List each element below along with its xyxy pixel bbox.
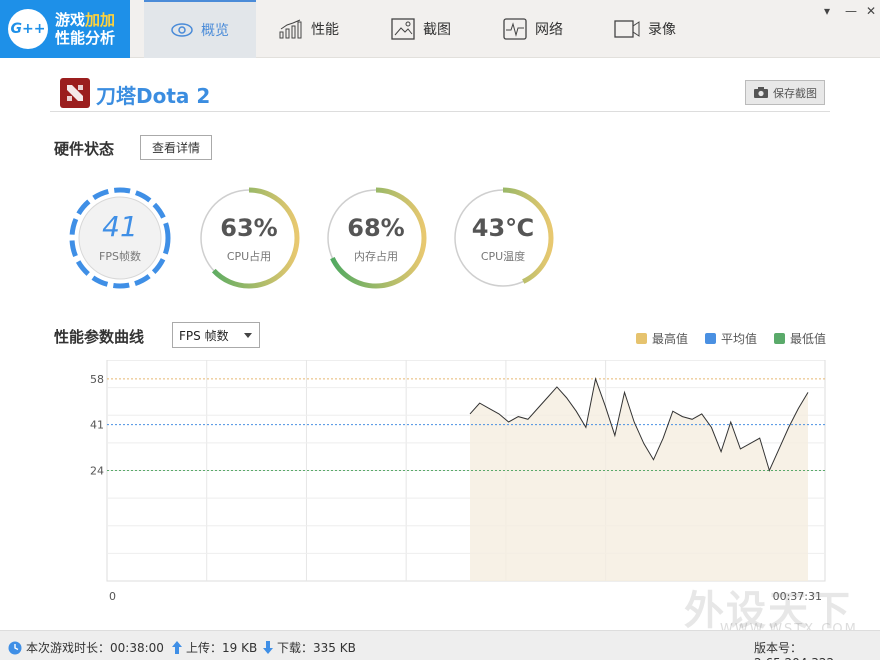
tab-screenshots-label: 截图 bbox=[423, 22, 451, 38]
download-stat: 下载：335 KB bbox=[263, 639, 356, 656]
bar-chart-icon bbox=[279, 19, 302, 39]
top-nav-bar: G++ 游戏加加 性能分析 概览 性能 截图 网络 录像 ▾ — ✕ bbox=[0, 0, 880, 58]
chart-y-tick-label: 58 bbox=[90, 373, 104, 386]
logo-line1-a: 游戏 bbox=[55, 11, 86, 29]
version-info: 版本号：2.65.204.322 bbox=[754, 639, 880, 660]
gauge-cpu: 63% CPU占用 bbox=[197, 186, 301, 290]
tab-network-label: 网络 bbox=[535, 22, 563, 38]
legend-max: 最高值 bbox=[636, 330, 688, 347]
metric-select-value: FPS 帧数 bbox=[179, 328, 229, 343]
version-label: 版本号：2.65.204.322 bbox=[754, 641, 834, 660]
status-bar: 本次游戏时长：00:38:00 上传：19 KB 下载：335 KB 版本号：2… bbox=[0, 630, 880, 660]
legend-min-swatch bbox=[774, 333, 785, 344]
clock-icon bbox=[8, 641, 22, 654]
legend-min-label: 最低值 bbox=[790, 332, 827, 346]
eye-icon bbox=[171, 23, 193, 37]
hardware-section-title: 硬件状态 bbox=[54, 140, 115, 158]
close-button[interactable]: ✕ bbox=[866, 4, 876, 18]
dota2-logo-icon bbox=[60, 78, 90, 108]
video-icon bbox=[614, 20, 640, 38]
tab-recording[interactable]: 录像 bbox=[600, 0, 690, 58]
save-screenshot-button[interactable]: 保存截图 bbox=[745, 80, 825, 105]
legend-min: 最低值 bbox=[774, 330, 826, 347]
chart-y-tick-label: 41 bbox=[90, 419, 104, 432]
camera-icon bbox=[754, 87, 768, 98]
header-divider bbox=[50, 111, 830, 112]
download-arrow-icon bbox=[263, 641, 273, 654]
cpu-label: CPU占用 bbox=[226, 250, 272, 263]
legend-avg: 平均值 bbox=[705, 330, 757, 347]
legend-avg-swatch bbox=[705, 333, 716, 344]
cpu-temp-value: 43℃ bbox=[471, 214, 535, 242]
legend-max-label: 最高值 bbox=[652, 332, 689, 346]
metric-select[interactable]: FPS 帧数 bbox=[172, 322, 260, 348]
legend-avg-label: 平均值 bbox=[721, 332, 758, 346]
gauge-fps: 41 FPS帧数 bbox=[68, 186, 172, 290]
gauge-memory: 68% 内存占用 bbox=[324, 186, 428, 290]
logo-badge-icon: G++ bbox=[8, 9, 48, 49]
tab-performance-label: 性能 bbox=[311, 22, 339, 38]
cpu-temp-label: CPU温度 bbox=[480, 250, 526, 263]
memory-label: 内存占用 bbox=[354, 250, 398, 263]
fps-label: FPS帧数 bbox=[99, 250, 141, 263]
upload-label: 上传：19 KB bbox=[186, 641, 258, 655]
chart-y-tick-label: 24 bbox=[90, 465, 104, 478]
menu-dropdown-icon[interactable]: ▾ bbox=[824, 4, 830, 18]
pulse-icon bbox=[503, 18, 527, 40]
cpu-value: 63% bbox=[220, 214, 278, 242]
download-label: 下载：335 KB bbox=[277, 641, 356, 655]
chart-x-start-label: 0 bbox=[109, 590, 116, 603]
upload-stat: 上传：19 KB bbox=[172, 639, 257, 656]
image-icon bbox=[391, 18, 415, 40]
logo-line1-b: 加加 bbox=[85, 11, 116, 29]
tab-performance[interactable]: 性能 bbox=[264, 0, 354, 58]
save-screenshot-label: 保存截图 bbox=[773, 86, 817, 100]
curve-section-title: 性能参数曲线 bbox=[54, 328, 145, 346]
tab-network[interactable]: 网络 bbox=[488, 0, 578, 58]
tab-overview[interactable]: 概览 bbox=[144, 0, 256, 58]
minimize-button[interactable]: — bbox=[845, 4, 857, 18]
session-duration-label: 本次游戏时长：00:38:00 bbox=[26, 641, 164, 655]
gauge-cpu-temp: 43℃ CPU温度 bbox=[451, 186, 555, 290]
app-logo: G++ 游戏加加 性能分析 bbox=[0, 0, 130, 58]
fps-value: 41 bbox=[102, 210, 138, 243]
logo-line2: 性能分析 bbox=[55, 29, 116, 47]
tab-recording-label: 录像 bbox=[648, 22, 676, 38]
logo-text: 游戏加加 性能分析 bbox=[55, 11, 115, 47]
tab-overview-label: 概览 bbox=[201, 23, 229, 39]
chevron-down-icon bbox=[244, 333, 252, 338]
tab-screenshots[interactable]: 截图 bbox=[376, 0, 466, 58]
memory-value: 68% bbox=[347, 214, 405, 242]
fps-chart: 5841240 00:37:31 bbox=[90, 360, 826, 603]
upload-arrow-icon bbox=[172, 641, 182, 654]
view-details-button[interactable]: 查看详情 bbox=[140, 135, 212, 160]
legend-max-swatch bbox=[636, 333, 647, 344]
game-title: 刀塔Dota 2 bbox=[96, 84, 211, 108]
session-duration: 本次游戏时长：00:38:00 bbox=[8, 639, 164, 656]
